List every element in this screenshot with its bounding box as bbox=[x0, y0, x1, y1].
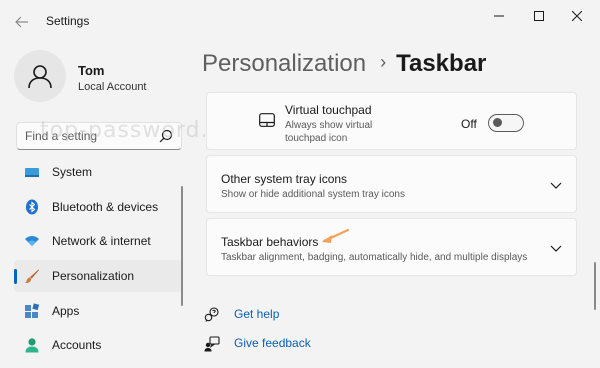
taskbar-behaviors-card[interactable]: Taskbar behaviors Taskbar alignment, bad… bbox=[206, 218, 577, 276]
sidebar-item-accounts[interactable]: Accounts bbox=[14, 329, 182, 361]
card-title: Virtual touchpad bbox=[285, 103, 372, 117]
sidebar-item-personalization[interactable]: Personalization bbox=[14, 260, 182, 292]
apps-icon bbox=[25, 303, 40, 318]
help-chat-icon bbox=[204, 307, 219, 322]
chevron-down-icon[interactable] bbox=[550, 182, 562, 190]
accounts-icon bbox=[25, 338, 39, 353]
sidebar-item-bluetooth[interactable]: Bluetooth & devices bbox=[14, 191, 182, 223]
maximize-icon bbox=[534, 11, 544, 21]
brush-icon bbox=[25, 269, 39, 283]
card-subtitle: touchpad icon bbox=[285, 133, 348, 144]
toggle-state-label: Off bbox=[461, 117, 477, 131]
account-type: Local Account bbox=[78, 81, 147, 93]
close-button[interactable] bbox=[562, 6, 592, 26]
minimize-icon bbox=[494, 15, 504, 17]
app-title: Settings bbox=[46, 14, 90, 28]
search-box bbox=[16, 122, 182, 150]
maximize-button[interactable] bbox=[524, 6, 554, 26]
sidebar-item-apps[interactable]: Apps bbox=[14, 295, 182, 327]
arrow-left-icon bbox=[15, 16, 28, 28]
user-icon bbox=[28, 65, 52, 89]
sidebar-scrollbar[interactable] bbox=[181, 186, 183, 306]
virtual-touchpad-toggle[interactable] bbox=[488, 114, 524, 132]
breadcrumb-parent[interactable]: Personalization bbox=[202, 50, 366, 77]
sidebar-item-system[interactable]: System bbox=[14, 156, 182, 188]
avatar bbox=[14, 50, 66, 102]
feedback-icon bbox=[204, 336, 220, 352]
search-icon[interactable] bbox=[159, 129, 173, 143]
get-help-label: Get help bbox=[234, 307, 280, 321]
sidebar-item-label: Apps bbox=[52, 304, 80, 318]
bluetooth-icon bbox=[26, 199, 38, 215]
toggle-knob bbox=[493, 118, 502, 127]
card-title: Other system tray icons bbox=[221, 172, 348, 186]
active-indicator bbox=[14, 269, 17, 284]
chevron-down-icon[interactable] bbox=[550, 245, 562, 253]
sidebar-item-label: Accounts bbox=[52, 338, 102, 352]
card-subtitle: Taskbar alignment, badging, automaticall… bbox=[221, 252, 528, 263]
settings-window: Settings Tom Local Account top-password.… bbox=[0, 0, 600, 368]
breadcrumb: Personalization › Taskbar bbox=[202, 50, 486, 84]
user-name: Tom bbox=[78, 63, 105, 78]
search-input[interactable] bbox=[25, 123, 145, 149]
main-scrollbar[interactable] bbox=[594, 262, 596, 310]
virtual-touchpad-card: Virtual touchpad Always show virtual tou… bbox=[206, 92, 577, 150]
sidebar-item-label: Personalization bbox=[52, 269, 135, 283]
card-subtitle: Show or hide additional system tray icon… bbox=[221, 189, 405, 200]
sidebar-item-label: Bluetooth & devices bbox=[52, 200, 159, 214]
display-icon bbox=[25, 168, 39, 177]
back-button[interactable] bbox=[8, 8, 36, 36]
give-feedback-label: Give feedback bbox=[234, 336, 311, 350]
page-title: Taskbar bbox=[396, 50, 487, 77]
breadcrumb-separator: › bbox=[380, 52, 387, 72]
close-icon bbox=[572, 11, 582, 21]
sidebar-item-label: Network & internet bbox=[52, 234, 151, 248]
sidebar-item-network[interactable]: Network & internet bbox=[14, 225, 182, 257]
sidebar-item-label: System bbox=[52, 165, 93, 179]
touchpad-icon bbox=[259, 113, 275, 127]
card-title: Taskbar behaviors bbox=[221, 235, 319, 249]
wifi-icon bbox=[25, 236, 39, 246]
card-subtitle: Always show virtual bbox=[285, 120, 373, 131]
annotation-arrow-icon bbox=[322, 228, 350, 243]
other-tray-icons-card[interactable]: Other system tray icons Show or hide add… bbox=[206, 155, 577, 213]
minimize-button[interactable] bbox=[484, 6, 514, 26]
title-bar: Settings bbox=[0, 0, 600, 44]
